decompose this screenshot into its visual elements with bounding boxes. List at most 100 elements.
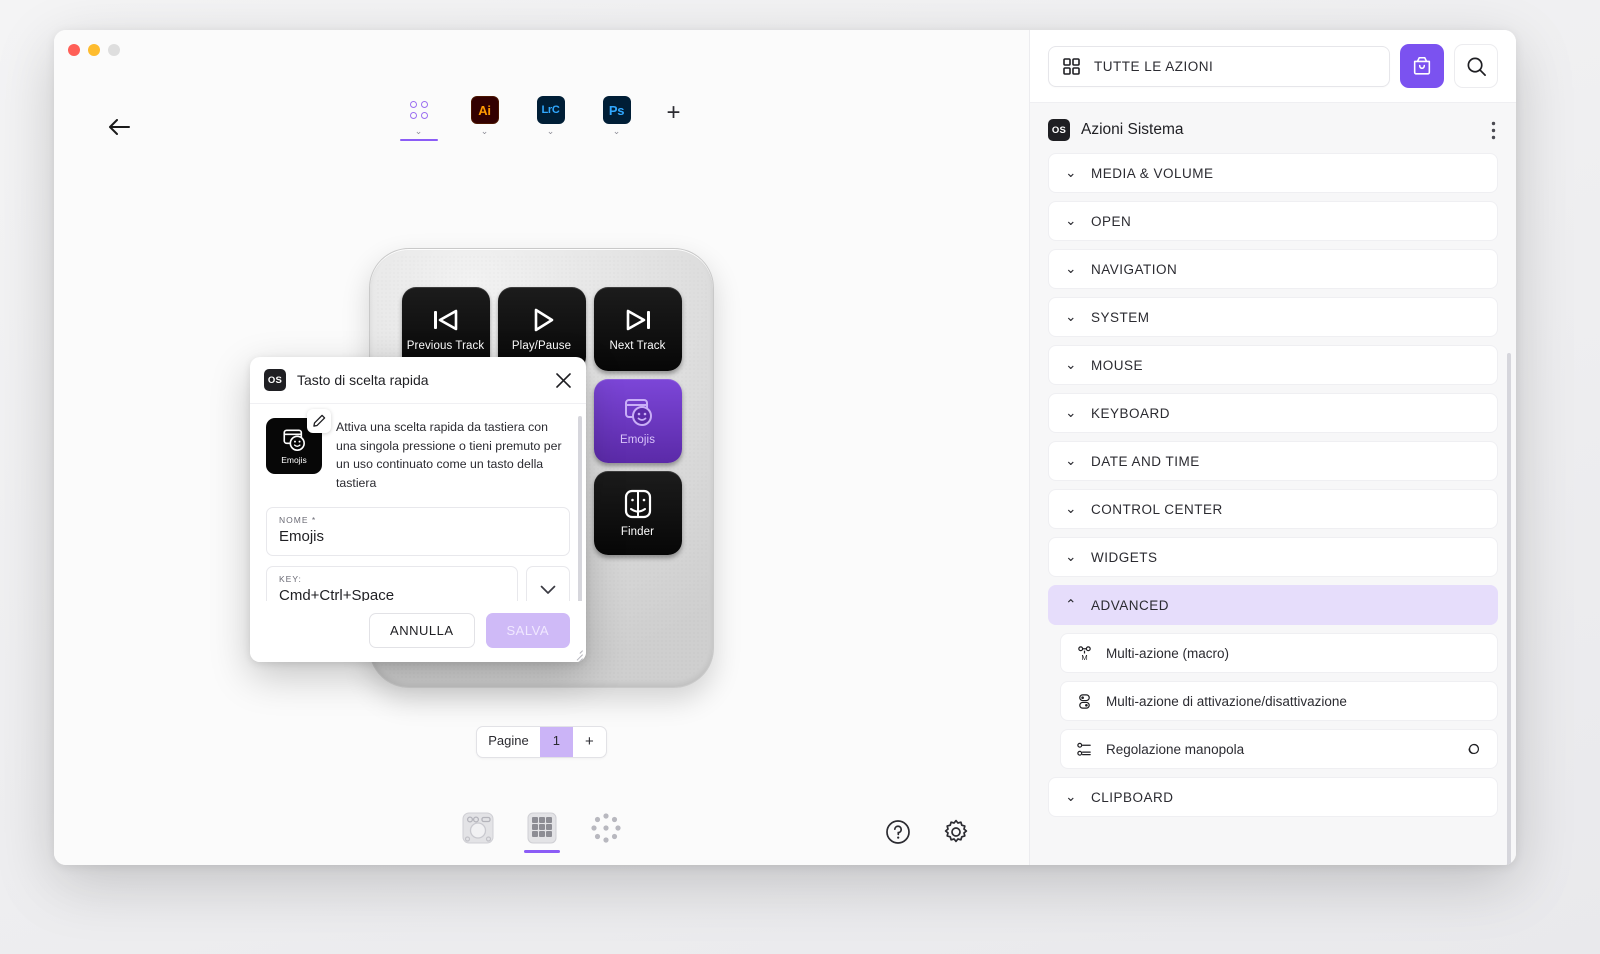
group-label: MOUSE — [1091, 357, 1144, 373]
group-media-volume[interactable]: ⌄ MEDIA & VOLUME — [1048, 153, 1498, 193]
sidebar-section-title: Azioni Sistema — [1081, 121, 1184, 138]
minimize-window-button[interactable] — [88, 44, 100, 56]
key-field[interactable]: KEY: — [266, 565, 518, 601]
name-field[interactable]: NOME * — [266, 506, 570, 556]
toggle-macro-icon — [1075, 693, 1093, 710]
close-window-button[interactable] — [68, 44, 80, 56]
app-tab-photoshop[interactable]: Ps ⌄ — [595, 96, 639, 141]
action-regolazione-manopola[interactable]: Regolazione manopola — [1060, 729, 1498, 769]
chevron-down-icon: ⌄ — [1065, 789, 1077, 804]
chevron-down-icon: ⌄ — [1065, 309, 1077, 324]
group-date-and-time[interactable]: ⌄ DATE AND TIME — [1048, 441, 1498, 481]
app-window: ⌄ Ai ⌄ LrC ⌄ Ps ⌄ + Previous Track Play/… — [54, 30, 1516, 865]
dial-adjust-icon — [1075, 741, 1093, 758]
edit-icon-button[interactable] — [307, 409, 331, 433]
app-tab-illustrator[interactable]: Ai ⌄ — [463, 96, 507, 141]
pencil-icon — [313, 414, 326, 427]
page-1-button[interactable]: 1 — [539, 727, 573, 757]
group-label: NAVIGATION — [1091, 261, 1178, 277]
sidebar-menu-button[interactable] — [1491, 121, 1496, 140]
help-button[interactable] — [885, 819, 911, 845]
device-tab-dialpad[interactable] — [460, 811, 496, 853]
active-indicator — [532, 139, 570, 141]
app-tab-lightroom-classic[interactable]: LrC ⌄ — [529, 96, 573, 141]
dialog-scrollbar[interactable] — [578, 416, 582, 601]
device-selector — [54, 811, 1029, 853]
group-widgets[interactable]: ⌄ WIDGETS — [1048, 537, 1498, 577]
photoshop-icon: Ps — [602, 96, 631, 124]
dialog-close-button[interactable] — [555, 372, 572, 389]
dialog-header: OS Tasto di scelta rapida — [250, 357, 586, 404]
name-input[interactable] — [279, 527, 557, 545]
action-multi-azione-toggle[interactable]: Multi-azione di attivazione/disattivazio… — [1060, 681, 1498, 721]
key-next-track[interactable]: Next Track — [593, 287, 682, 371]
sidebar-scrollbar[interactable] — [1507, 353, 1511, 865]
add-app-button[interactable]: + — [661, 99, 687, 126]
actions-group-list: ⌄ MEDIA & VOLUME ⌄ OPEN ⌄ NAVIGATION ⌄ S… — [1030, 153, 1516, 865]
dialog-resize-handle[interactable] — [571, 647, 583, 662]
key-label: Emojis — [619, 434, 656, 446]
active-indicator — [523, 850, 560, 853]
search-button[interactable] — [1454, 44, 1498, 88]
zoom-window-button[interactable] — [108, 44, 120, 56]
sidebar-toolbar: TUTTE LE AZIONI — [1030, 30, 1516, 103]
key-dropdown-button[interactable] — [526, 565, 570, 601]
group-advanced[interactable]: ⌃ ADVANCED — [1048, 585, 1498, 625]
finder-icon — [624, 489, 651, 519]
key-field-label: KEY: — [279, 573, 302, 584]
cancel-button[interactable]: ANNULLA — [369, 613, 475, 648]
key-emojis[interactable]: Emojis — [593, 379, 682, 463]
dialog-body: Emojis Attiva una scelta rapida da tasti… — [250, 404, 586, 601]
required-marker: * — [311, 514, 317, 525]
action-icon-editor: Emojis — [266, 409, 331, 474]
save-button[interactable]: SALVA — [485, 613, 570, 648]
pages-label: Pagine — [488, 733, 529, 748]
group-mouse[interactable]: ⌄ MOUSE — [1048, 345, 1498, 385]
action-multi-azione-macro[interactable]: M Multi-azione (macro) — [1060, 633, 1498, 673]
all-actions-button[interactable]: TUTTE LE AZIONI — [1048, 45, 1390, 87]
group-label: SYSTEM — [1091, 309, 1150, 325]
group-label: MEDIA & VOLUME — [1091, 165, 1214, 181]
active-indicator — [598, 139, 636, 141]
group-label: DATE AND TIME — [1091, 453, 1200, 469]
settings-button[interactable] — [943, 819, 969, 845]
group-control-center[interactable]: ⌄ CONTROL CENTER — [1048, 489, 1498, 529]
emoji-picker-icon — [283, 429, 305, 451]
pages-control: Pagine 1 + — [54, 726, 1029, 758]
actions-sidebar: TUTTE LE AZIONI OS Azioni Sistema ⌄ MEDI… — [1029, 30, 1516, 865]
chevron-down-icon — [540, 585, 556, 595]
svg-text:M: M — [1081, 653, 1087, 662]
device-tab-actions-ring[interactable] — [588, 811, 624, 853]
name-label-text: NOME — [279, 514, 309, 525]
group-clipboard[interactable]: ⌄ CLIPBOARD — [1048, 777, 1498, 817]
store-button[interactable] — [1400, 44, 1444, 88]
chevron-down-icon: ⌄ — [1065, 501, 1077, 516]
chevron-down-icon: ⌄ — [1065, 453, 1077, 468]
traffic-lights — [68, 44, 120, 56]
chevron-down-icon: ⌄ — [480, 126, 489, 136]
grid-squares-icon — [1063, 57, 1080, 75]
active-indicator — [588, 850, 624, 853]
action-icon-label: Emojis — [281, 455, 307, 465]
dial-console-icon — [462, 812, 493, 844]
group-keyboard[interactable]: ⌄ KEYBOARD — [1048, 393, 1498, 433]
app-tab-all-apps[interactable]: ⌄ — [397, 96, 441, 141]
group-navigation[interactable]: ⌄ NAVIGATION — [1048, 249, 1498, 289]
key-label: Play/Pause — [511, 340, 572, 352]
group-system[interactable]: ⌄ SYSTEM — [1048, 297, 1498, 337]
add-page-button[interactable]: + — [573, 727, 606, 757]
group-label: OPEN — [1091, 213, 1132, 229]
group-label: CONTROL CENTER — [1091, 501, 1223, 517]
group-label: WIDGETS — [1091, 549, 1158, 565]
group-label: KEYBOARD — [1091, 405, 1171, 421]
os-badge: OS — [1048, 119, 1070, 141]
device-tab-keypad[interactable] — [523, 811, 560, 853]
illustrator-icon: Ai — [470, 96, 499, 124]
key-input[interactable] — [279, 586, 505, 601]
chevron-down-icon: ⌄ — [1065, 261, 1077, 276]
group-open[interactable]: ⌄ OPEN — [1048, 201, 1498, 241]
store-bag-icon — [1413, 56, 1431, 75]
shortcut-dialog: OS Tasto di scelta rapida Emojis Attiva … — [250, 357, 586, 662]
key-label: Finder — [620, 526, 655, 538]
key-finder[interactable]: Finder — [593, 471, 682, 555]
